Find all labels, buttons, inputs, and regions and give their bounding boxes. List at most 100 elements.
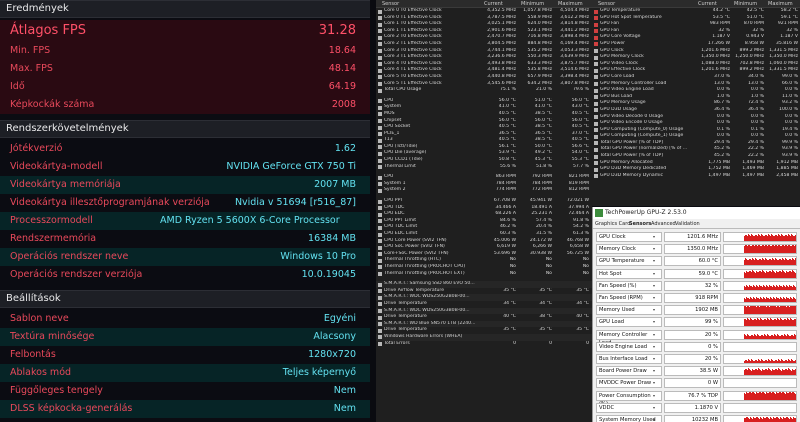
sensor-row[interactable]: CPU Core Power (SVI2 TFN) 45.006 W 24.172 … — [376, 238, 592, 245]
sensor-row[interactable]: S.M.A.R.T.: WDC WDS250G2B0B-00... — [376, 294, 592, 301]
sensor-row[interactable]: Core+SoC Power (SVI2 TFN) 53.696 W 30.938 … — [376, 251, 592, 258]
sensor-row[interactable]: CPU CCD1 (Tdie) 50.8 °C 45.3 °C 55.3 °C — [376, 157, 592, 164]
chevron-down-icon[interactable]: ▾ — [653, 283, 659, 288]
sensor-row[interactable]: GPU Effective Clock 1,201.6 MHz 899.2 MHz 1… — [592, 67, 800, 74]
gpuz-sensor-row[interactable]: Video Engine Load ▾ 0 % — [595, 341, 799, 353]
gpuz-sensor-row[interactable]: Hot Spot ▾ 59.0 °C — [595, 268, 799, 280]
sensor-row[interactable]: Total GPU Power (normalized) [% of ... 45… — [592, 146, 800, 153]
sensor-row[interactable]: GPU Fan 983 RPM 870 RPM 921 RPM — [592, 21, 800, 28]
sensor-row[interactable]: GPU Computing (Compute_0) Usage 0.1 % 0.1 … — [592, 127, 800, 134]
sensor-row[interactable]: Core 4 T1 Effective Clock 3,481.4 MHz 535.… — [376, 67, 592, 74]
gpuz-window[interactable]: TechPowerUp GPU-Z 2.53.0 Graphics Card S… — [592, 207, 800, 422]
gpuz-sensor-row[interactable]: Fan Speed (%) ▾ 32 % — [595, 280, 799, 292]
sensor-row[interactable]: Total GPU Power [% of TDP] 29.4 % 29.4 % 99… — [592, 140, 800, 147]
sensor-row[interactable]: Core 2 T1 Effective Clock 3,804.5 MHz 884.… — [376, 41, 592, 48]
sensor-row[interactable]: PCIE_1 36.5 °C 36.5 °C 37.0 °C — [376, 131, 592, 138]
sensor-row[interactable]: CPU TDC 34.466 A 18.491 A 37.994 A — [376, 205, 592, 212]
chevron-down-icon[interactable]: ▾ — [653, 295, 659, 300]
chevron-down-icon[interactable]: ▾ — [653, 258, 659, 263]
sensor-row[interactable]: CPU Socket 40.5 °C 38.5 °C 40.5 °C — [376, 124, 592, 131]
sensor-row[interactable]: GPU Video Decode 0 Usage 0.0 % 0.0 % 0.0 % — [592, 114, 800, 121]
sensor-row[interactable]: GPU Memory Clock 1,350.0 MHz 1,250.0 MHz 1,… — [592, 54, 800, 61]
sensor-row[interactable]: GPU Memory Controller Load 13.0 % 13.0 % 66… — [592, 81, 800, 88]
sensor-row[interactable]: Drive Airflow Temperature 35 °C 35 °C 35 °C — [376, 288, 592, 295]
gpuz-sensor-row[interactable]: GPU Clock ▾ 1201.6 MHz — [595, 231, 799, 243]
sensor-row[interactable]: GPU Bus Load 1.0 % 1.0 % 11.0 % — [592, 94, 800, 101]
sensor-row[interactable]: T13 40.5 °C 38.5 °C 40.5 °C — [376, 137, 592, 144]
sensor-row[interactable]: CPU SoC Power (SVI2 TFN) 6,619 W 6,266 W 6,… — [376, 244, 592, 251]
sensor-row[interactable]: Drive Temperature 35 °C 35 °C 35 °C — [376, 327, 592, 334]
tab-sensors[interactable]: Sensors — [629, 219, 651, 229]
sensor-row[interactable]: CPU EDC Limit 60.3 % 31.5 % 61.3 % — [376, 231, 592, 238]
sensor-row[interactable]: Drive Temperature 40 °C 38 °C 40 °C — [376, 314, 592, 321]
sensor-row[interactable]: MOS 40.5 °C 38.5 °C 40.5 °C — [376, 111, 592, 118]
sensor-row[interactable]: GPU Video Encode 0 Usage 0.0 % 0.0 % 0.0 % — [592, 120, 800, 127]
tab-validation[interactable]: Validation — [675, 219, 700, 229]
gpuz-sensor-row[interactable]: Fan Speed (RPM) ▾ 918 RPM — [595, 292, 799, 304]
sensor-row[interactable]: CPU TDC Limit 46.2 % 20.4 % 54.2 % — [376, 224, 592, 231]
sensor-row[interactable]: Core 3 T1 Effective Clock 3,236.6 MHz 550.… — [376, 54, 592, 61]
sensor-row[interactable]: GPU Temperature 44.2 °C 42.5 °C 58.2 °C — [592, 8, 800, 15]
sensor-row[interactable]: Total CPU Usage 75.1 % 21.0 % 79.6 % — [376, 87, 592, 94]
gpuz-sensor-row[interactable]: Board Power Draw ▾ 38.5 W — [595, 365, 799, 377]
chevron-down-icon[interactable]: ▾ — [653, 417, 659, 422]
sensor-row[interactable]: Core 3 T0 Effective Clock 3,744.1 MHz 535.… — [376, 48, 592, 55]
chevron-down-icon[interactable]: ▾ — [653, 356, 659, 361]
sensor-row[interactable]: Core 1 T0 Effective Clock 3,025.1 MHz 624.… — [376, 21, 592, 28]
sensor-row[interactable]: Core 4 T0 Effective Clock 3,493.8 MHz 633.… — [376, 61, 592, 68]
sensor-row[interactable]: S.M.A.R.T.: Samsung SSD 860 EVO 50... — [376, 281, 592, 288]
sensor-row[interactable]: CPU 863 RPM 792 RPM 821 RPM — [376, 174, 592, 181]
chevron-down-icon[interactable]: ▾ — [653, 319, 659, 324]
sensor-row[interactable]: Drive Temperature 34 °C 34 °C 34 °C — [376, 301, 592, 308]
sensor-row[interactable]: Chipset 56.0 °C 56.0 °C 56.0 °C — [376, 118, 592, 125]
gpuz-sensor-row[interactable]: GPU Load ▾ 99 % — [595, 316, 799, 328]
sensor-row[interactable]: GPU Video Clock 1,088.0 MHz 702.8 MHz 1,060… — [592, 61, 800, 68]
gpuz-sensor-row[interactable]: Bus Interface Load ▾ 20 % — [595, 353, 799, 365]
gpuz-sensor-row[interactable]: MVDDC Power Draw ▾ 0 W — [595, 377, 799, 389]
chevron-down-icon[interactable]: ▾ — [653, 380, 659, 385]
tab-graphics-card[interactable]: Graphics Card — [595, 219, 630, 229]
sensor-row[interactable]: GPU D3D Memory Dynamic 1,497 MB 1,497 MB 2,… — [592, 173, 800, 180]
sensor-row[interactable]: GPU Core Voltage 1.187 V 0.943 V 1.187 V — [592, 34, 800, 41]
gpuz-sensor-row[interactable]: System Memory Used ▾ 10232 MB — [595, 414, 799, 422]
sensor-row[interactable]: GPU Video Engine Load 0.0 % 0.0 % 0.0 % — [592, 87, 800, 94]
hwinfo-cpu-panel[interactable]: Sensor Current Minimum Maximum Core 0 T0… — [376, 0, 592, 422]
chevron-down-icon[interactable]: ▾ — [653, 344, 659, 349]
chevron-down-icon[interactable]: ▾ — [653, 368, 659, 373]
sensor-row[interactable]: Core 1 T1 Effective Clock 2,901.6 MHz 523.… — [376, 28, 592, 35]
gpuz-sensor-row[interactable]: Power Consumption (%)▾76.7 % TDP — [595, 390, 799, 407]
sensor-row[interactable]: GPU Memory Allocated 1,775 MB 1,493 MB 1,91… — [592, 160, 800, 167]
sensor-row[interactable]: GPU D3D Memory Dedicated 1,752 MB 1,469 MB… — [592, 166, 800, 173]
gpuz-titlebar[interactable]: TechPowerUp GPU-Z 2.53.0 — [593, 207, 800, 219]
gpuz-sensor-row[interactable]: Memory Used ▾ 1902 MB — [595, 304, 799, 316]
sensor-row[interactable]: GPU Memory Usage 86.7 % 72.4 % 93.2 % — [592, 100, 800, 107]
chevron-down-icon[interactable]: ▾ — [653, 332, 659, 337]
sensor-row[interactable]: GPU Core Load 37.0 % 34.0 % 99.0 % — [592, 74, 800, 81]
sensor-row[interactable]: CPU PPT Limit 84.6 % 57.4 % 91.8 % — [376, 218, 592, 225]
sensor-row[interactable]: Total Errors 0 0 0 — [376, 341, 592, 348]
sensor-row[interactable]: S.M.A.R.T.: WDC WDS250G3B0B-00... — [376, 307, 592, 315]
sensor-row[interactable]: GPU Clock 1,201.6 MHz 899.2 MHz 1,331.5 MHz — [592, 48, 800, 55]
sensor-row[interactable]: CPU (Tctl/Tdie) 56.1 °C 50.0 °C 56.6 °C — [376, 144, 592, 151]
sensor-row[interactable]: Thermal Limit 55.6 % 51.8 % 57.7 % — [376, 164, 592, 171]
chevron-down-icon[interactable]: ▾ — [653, 234, 659, 239]
gpuz-sensor-row[interactable]: Memory Controller Load▾20 % — [595, 329, 799, 346]
tab-advanced[interactable]: Advanced — [651, 219, 676, 229]
hwinfo-gpu-panel[interactable]: Sensor Current Minimum Maximum GPU Tempe… — [592, 0, 800, 206]
sensor-row[interactable]: CPU 56.0 °C 51.0 °C 56.0 °C — [376, 98, 592, 105]
gpuz-sensor-row[interactable]: GPU Temperature ▾ 60.0 °C — [595, 255, 799, 267]
sensor-row[interactable]: Core 5 T0 Effective Clock 3,440.8 MHz 657.… — [376, 74, 592, 81]
sensor-row[interactable]: CPU PPT 67.708 W 45.941 W 72.021 W — [376, 198, 592, 205]
sensor-row[interactable]: Core 5 T1 Effective Clock 3,545.6 MHz 634.… — [376, 81, 592, 88]
sensor-row[interactable]: Thermal Throttling (HTC) No No No — [376, 257, 592, 264]
sensor-row[interactable]: Windows Hardware Errors (WHEA) — [376, 333, 592, 341]
sensor-row[interactable]: Core 0 T1 Effective Clock 3,787.5 MHz 558.… — [376, 15, 592, 22]
chevron-down-icon[interactable]: ▾ — [653, 246, 659, 251]
sensor-row[interactable]: System 1 784 RPM 784 RPM 819 RPM — [376, 181, 592, 188]
chevron-down-icon[interactable]: ▾ — [653, 405, 659, 410]
sensor-row[interactable]: GPU Hot Spot Temperature 53.5 °C 51.0 °C 59… — [592, 15, 800, 22]
sensor-row[interactable]: S.M.A.R.T.: WD Blue SN570 1TB (2240... — [376, 320, 592, 328]
sensor-row[interactable]: Core 0 T0 Effective Clock 4,352.5 MHz 1,05… — [376, 8, 592, 15]
sensor-row[interactable]: GPU Computing (Compute_1) Usage 0.0 % 0.0 … — [592, 133, 800, 140]
sensor-row[interactable]: GPU D3D Usage 36.4 % 36.4 % 100.0 % — [592, 107, 800, 114]
